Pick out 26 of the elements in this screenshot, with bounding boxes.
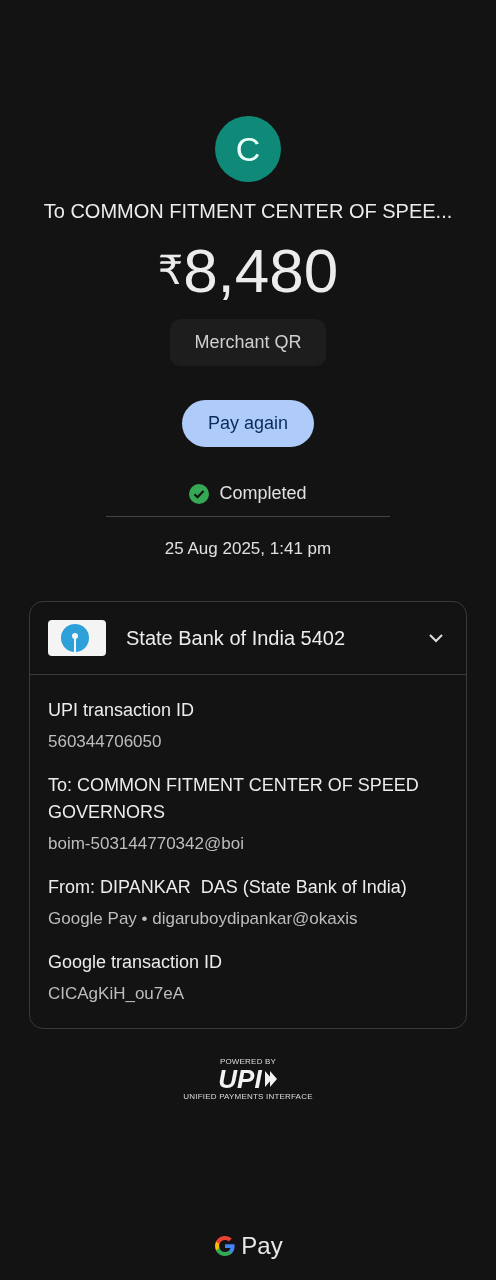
check-icon xyxy=(189,483,210,504)
pay-again-button[interactable]: Pay again xyxy=(181,400,315,448)
upi-caption: UNIFIED PAYMENTS INTERFACE xyxy=(183,1092,313,1102)
detail-value: boim-503144770342@boi xyxy=(48,834,245,855)
bank-logo-icon xyxy=(48,620,106,657)
currency-symbol: ₹ xyxy=(157,247,184,293)
status-text: Completed xyxy=(219,483,307,505)
recipient-title: To COMMON FITMENT CENTER OF SPEE... xyxy=(43,200,453,223)
upi-logo: UPI xyxy=(218,1066,262,1093)
bank-account: State Bank of India 5402 xyxy=(126,626,347,650)
detail-value: CICAgKiH_ou7eA xyxy=(48,984,186,1005)
detail-value: 560344706050 xyxy=(48,732,163,753)
detail-label: Google transaction ID xyxy=(48,951,224,975)
detail-value: Google Pay • digaruboydipankar@okaxis xyxy=(48,909,359,930)
chevron-icon[interactable] xyxy=(428,633,444,644)
upi-caption: POWERED BY xyxy=(219,1057,277,1067)
avatar: C xyxy=(215,116,281,182)
payment-type-chip: Merchant QR xyxy=(170,319,326,367)
brand-name: Pay xyxy=(241,1232,283,1260)
google-logo-icon xyxy=(213,1234,238,1258)
amount: 8,480 xyxy=(183,237,339,306)
detail-label: UPI transaction ID xyxy=(48,699,196,723)
detail-label: To: COMMON FITMENT CENTER OF SPEED GOVERNORS xyxy=(48,774,420,825)
detail-label: From: DIPANKAR DAS (State Bank of India) xyxy=(48,876,408,900)
date-time: 25 Aug 2025, 1:41 pm xyxy=(164,539,332,560)
arrow-icon xyxy=(263,1070,278,1089)
